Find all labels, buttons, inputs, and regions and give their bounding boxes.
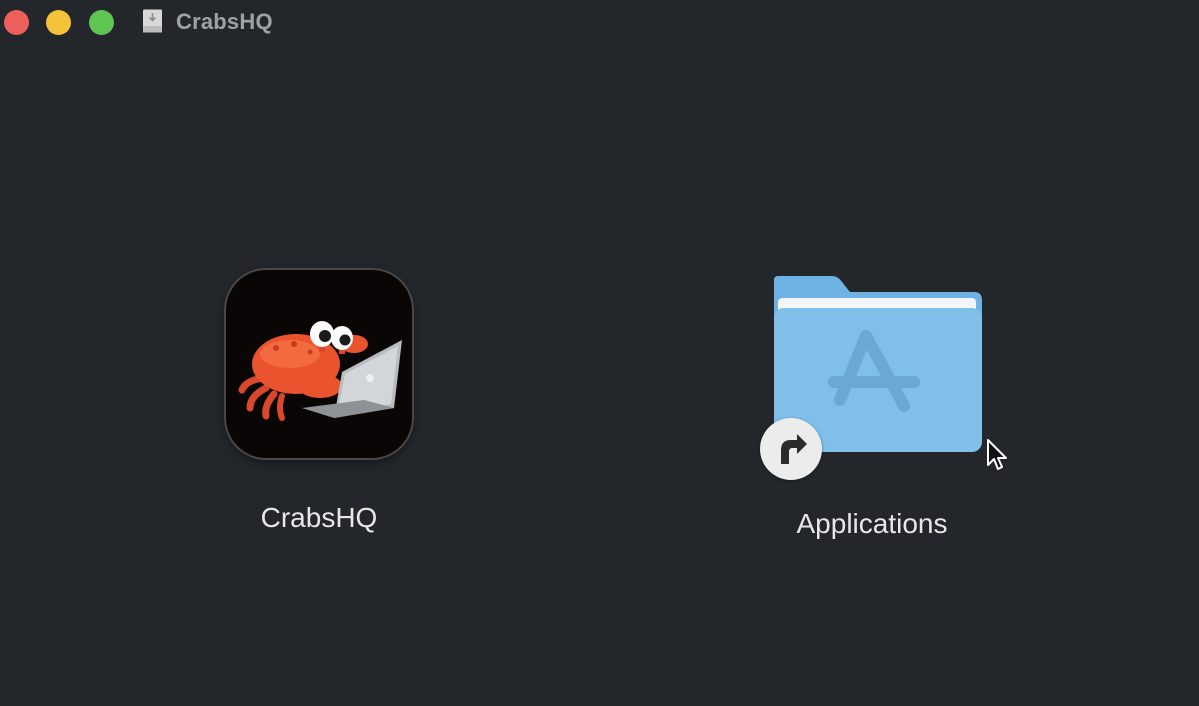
crabshq-label: CrabsHQ: [260, 502, 378, 533]
close-button[interactable]: [4, 10, 29, 35]
applications-folder-icon[interactable]: [752, 272, 992, 482]
zoom-button[interactable]: [89, 10, 114, 35]
applications-folder-item[interactable]: Applications: [752, 272, 992, 540]
applications-label: Applications: [796, 508, 948, 539]
dmg-installer-window: CrabsHQ CrabsHQ Applications: [0, 0, 1199, 706]
crabshq-app-item[interactable]: CrabsHQ: [218, 268, 420, 534]
window-title: CrabsHQ: [176, 9, 273, 34]
disk-image-icon: [143, 9, 162, 33]
alias-arrow-icon: [760, 418, 822, 480]
mouse-pointer-icon: [987, 439, 1007, 470]
crab-app-icon[interactable]: [224, 268, 414, 460]
minimize-button[interactable]: [46, 10, 71, 35]
title-bar: CrabsHQ: [0, 0, 1199, 44]
